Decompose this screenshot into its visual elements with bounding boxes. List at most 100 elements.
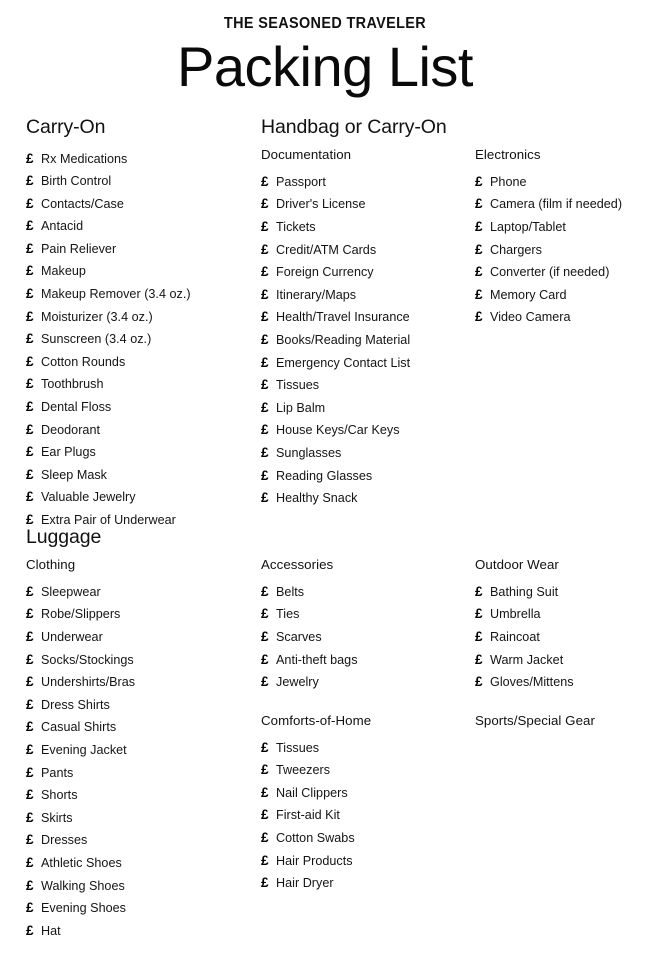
checkbox-icon[interactable]: £: [261, 465, 276, 488]
checklist-item[interactable]: £ Health/Travel Insurance: [261, 306, 473, 329]
checklist-item[interactable]: £ Laptop/Tablet: [475, 216, 647, 239]
checklist-item[interactable]: £ Underwear: [26, 626, 258, 649]
checkbox-icon[interactable]: £: [261, 649, 276, 672]
checkbox-icon[interactable]: £: [26, 419, 41, 442]
checkbox-icon[interactable]: £: [261, 261, 276, 284]
checklist-item[interactable]: £ Deodorant: [26, 419, 258, 442]
checklist-item[interactable]: £ Casual Shirts: [26, 716, 258, 739]
checkbox-icon[interactable]: £: [26, 694, 41, 717]
checklist-item[interactable]: £ Healthy Snack: [261, 487, 473, 510]
checkbox-icon[interactable]: £: [26, 829, 41, 852]
checkbox-icon[interactable]: £: [261, 171, 276, 194]
checkbox-icon[interactable]: £: [26, 464, 41, 487]
checkbox-icon[interactable]: £: [261, 374, 276, 397]
checklist-item[interactable]: £ Shorts: [26, 784, 258, 807]
checkbox-icon[interactable]: £: [475, 671, 490, 694]
checkbox-icon[interactable]: £: [26, 649, 41, 672]
checklist-item[interactable]: £ Ties: [261, 603, 473, 626]
checklist-item[interactable]: £ Athletic Shoes: [26, 852, 258, 875]
checklist-item[interactable]: £ Camera (film if needed): [475, 193, 647, 216]
checkbox-icon[interactable]: £: [261, 581, 276, 604]
checkbox-icon[interactable]: £: [26, 603, 41, 626]
checkbox-icon[interactable]: £: [26, 739, 41, 762]
checkbox-icon[interactable]: £: [26, 671, 41, 694]
checklist-item[interactable]: £ Makeup Remover (3.4 oz.): [26, 283, 258, 306]
checklist-item[interactable]: £ Evening Shoes: [26, 897, 258, 920]
checkbox-icon[interactable]: £: [26, 215, 41, 238]
checkbox-icon[interactable]: £: [261, 442, 276, 465]
checklist-item[interactable]: £ Cotton Rounds: [26, 351, 258, 374]
checkbox-icon[interactable]: £: [26, 396, 41, 419]
checkbox-icon[interactable]: £: [26, 897, 41, 920]
checklist-item[interactable]: £ Gloves/Mittens: [475, 671, 647, 694]
checkbox-icon[interactable]: £: [261, 671, 276, 694]
checklist-item[interactable]: £ Umbrella: [475, 603, 647, 626]
checkbox-icon[interactable]: £: [26, 238, 41, 261]
checkbox-icon[interactable]: £: [26, 581, 41, 604]
checklist-item[interactable]: £ Birth Control: [26, 170, 258, 193]
checkbox-icon[interactable]: £: [261, 239, 276, 262]
checkbox-icon[interactable]: £: [26, 762, 41, 785]
checklist-item[interactable]: £ House Keys/Car Keys: [261, 419, 473, 442]
checkbox-icon[interactable]: £: [26, 626, 41, 649]
checklist-item[interactable]: £ Reading Glasses: [261, 465, 473, 488]
checkbox-icon[interactable]: £: [261, 329, 276, 352]
checkbox-icon[interactable]: £: [475, 261, 490, 284]
checklist-item[interactable]: £ Itinerary/Maps: [261, 284, 473, 307]
checkbox-icon[interactable]: £: [261, 193, 276, 216]
checklist-item[interactable]: £ Sunglasses: [261, 442, 473, 465]
checkbox-icon[interactable]: £: [26, 486, 41, 509]
checkbox-icon[interactable]: £: [475, 216, 490, 239]
checklist-item[interactable]: £ Credit/ATM Cards: [261, 239, 473, 262]
checklist-item[interactable]: £ Contacts/Case: [26, 193, 258, 216]
checklist-item[interactable]: £ Video Camera: [475, 306, 647, 329]
checklist-item[interactable]: £ Valuable Jewelry: [26, 486, 258, 509]
checklist-item[interactable]: £ Scarves: [261, 626, 473, 649]
checkbox-icon[interactable]: £: [26, 875, 41, 898]
checklist-item[interactable]: £ Bathing Suit: [475, 581, 647, 604]
checklist-item[interactable]: £ Anti-theft bags: [261, 649, 473, 672]
checkbox-icon[interactable]: £: [26, 193, 41, 216]
checklist-item[interactable]: £ Tissues: [261, 374, 473, 397]
checklist-item[interactable]: £ Emergency Contact List: [261, 352, 473, 375]
checklist-item[interactable]: £ Chargers: [475, 239, 647, 262]
checkbox-icon[interactable]: £: [26, 716, 41, 739]
checklist-item[interactable]: £ Pants: [26, 762, 258, 785]
checklist-item[interactable]: £ Books/Reading Material: [261, 329, 473, 352]
checkbox-icon[interactable]: £: [261, 782, 276, 805]
checklist-item[interactable]: £ Hat: [26, 920, 258, 943]
checklist-item[interactable]: £ Nail Clippers: [261, 782, 473, 805]
checkbox-icon[interactable]: £: [26, 373, 41, 396]
checkbox-icon[interactable]: £: [26, 807, 41, 830]
checklist-item[interactable]: £ Moisturizer (3.4 oz.): [26, 306, 258, 329]
checkbox-icon[interactable]: £: [26, 920, 41, 943]
checkbox-icon[interactable]: £: [261, 352, 276, 375]
checkbox-icon[interactable]: £: [261, 216, 276, 239]
checkbox-icon[interactable]: £: [261, 850, 276, 873]
checkbox-icon[interactable]: £: [26, 441, 41, 464]
checklist-item[interactable]: £ Driver's License: [261, 193, 473, 216]
checkbox-icon[interactable]: £: [261, 804, 276, 827]
checklist-item[interactable]: £ Skirts: [26, 807, 258, 830]
checklist-item[interactable]: £ Warm Jacket: [475, 649, 647, 672]
checklist-item[interactable]: £ Passport: [261, 171, 473, 194]
checklist-item[interactable]: £ Tissues: [261, 737, 473, 760]
checkbox-icon[interactable]: £: [26, 170, 41, 193]
checkbox-icon[interactable]: £: [475, 239, 490, 262]
checklist-item[interactable]: £ Sleepwear: [26, 581, 258, 604]
checkbox-icon[interactable]: £: [475, 603, 490, 626]
checkbox-icon[interactable]: £: [261, 737, 276, 760]
checklist-item[interactable]: £ Undershirts/Bras: [26, 671, 258, 694]
checkbox-icon[interactable]: £: [475, 581, 490, 604]
checkbox-icon[interactable]: £: [26, 148, 41, 171]
checkbox-icon[interactable]: £: [475, 284, 490, 307]
checklist-item[interactable]: £ First-aid Kit: [261, 804, 473, 827]
checklist-item[interactable]: £ Cotton Swabs: [261, 827, 473, 850]
checkbox-icon[interactable]: £: [261, 419, 276, 442]
checklist-item[interactable]: £ Dresses: [26, 829, 258, 852]
checklist-item[interactable]: £ Ear Plugs: [26, 441, 258, 464]
checklist-item[interactable]: £ Tweezers: [261, 759, 473, 782]
checkbox-icon[interactable]: £: [261, 603, 276, 626]
checkbox-icon[interactable]: £: [261, 397, 276, 420]
checklist-item[interactable]: £ Rx Medications: [26, 148, 258, 171]
